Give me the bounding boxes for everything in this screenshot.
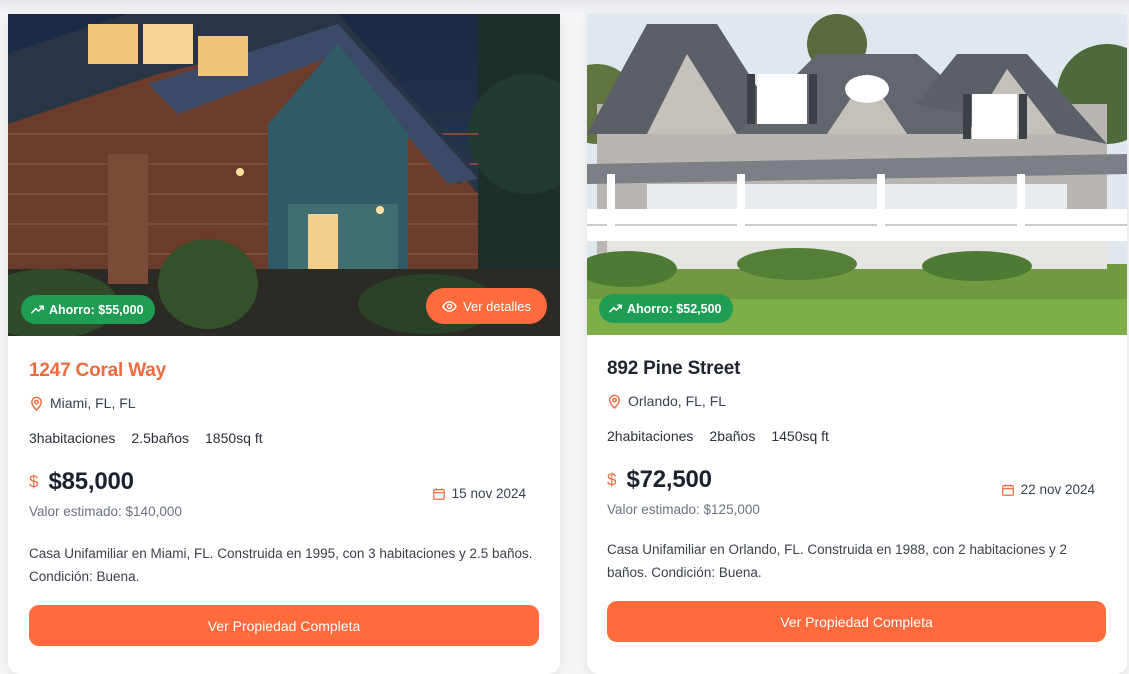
estimated-value: Valor estimado: $125,000 (607, 502, 760, 517)
property-card: Ahorro: $55,000 Ver detalles 1247 Coral … (8, 14, 560, 674)
bathrooms: 2baños (709, 428, 756, 444)
view-details-label: Ver detalles (463, 298, 531, 314)
property-description: Casa Unifamiliar en Orlando, FL. Constru… (607, 542, 1068, 580)
savings-badge-label: Ahorro: $55,000 (49, 302, 144, 317)
property-location: Orlando, FL, FL (607, 393, 1107, 409)
price: $85,000 (48, 468, 134, 495)
property-photo[interactable]: Ahorro: $55,000 Ver detalles (8, 14, 560, 336)
trending-up-icon (31, 305, 44, 314)
property-specs: 2habitaciones 2baños 1450sq ft (607, 428, 1107, 444)
card-body: 892 Pine Street Orlando, FL, FL 2habitac… (587, 358, 1127, 642)
property-location: Miami, FL, FL (29, 395, 539, 411)
eye-icon (442, 300, 457, 312)
price: $72,500 (626, 466, 712, 493)
area: 1450sq ft (771, 428, 829, 444)
estimated-value: Valor estimado: $140,000 (29, 504, 182, 519)
property-description: Casa Unifamiliar en Miami, FL. Construid… (29, 546, 533, 584)
property-address[interactable]: 1247 Coral Way (29, 360, 539, 382)
location-text: Miami, FL, FL (50, 395, 136, 411)
view-full-property-button[interactable]: Ver Propiedad Completa (607, 601, 1106, 642)
area: 1850sq ft (205, 430, 263, 446)
date-text: 15 nov 2024 (451, 486, 526, 501)
calendar-icon (1001, 483, 1014, 496)
savings-badge: Ahorro: $55,000 (21, 295, 156, 324)
bedrooms: 2habitaciones (607, 428, 694, 444)
map-pin-icon (609, 394, 620, 409)
savings-badge-label: Ahorro: $52,500 (627, 301, 722, 316)
location-text: Orlando, FL, FL (628, 393, 727, 409)
property-address[interactable]: 892 Pine Street (607, 358, 1107, 380)
dollar-icon: $ (607, 470, 617, 489)
map-pin-icon (31, 396, 42, 411)
property-photo[interactable]: Ahorro: $52,500 (587, 14, 1127, 335)
dollar-icon: $ (29, 472, 39, 491)
calendar-icon (432, 487, 445, 500)
trending-up-icon (609, 304, 622, 313)
listing-date: 15 nov 2024 (432, 486, 526, 501)
property-specs: 3habitaciones 2.5baños 1850sq ft (29, 430, 539, 446)
price-row: $ $72,500 Valor estimado: $125,000 22 no… (607, 466, 1107, 522)
top-fade (0, 0, 1129, 14)
date-text: 22 nov 2024 (1020, 482, 1095, 497)
view-details-button[interactable]: Ver detalles (426, 288, 547, 324)
bathrooms: 2.5baños (131, 430, 190, 446)
savings-badge: Ahorro: $52,500 (599, 294, 734, 323)
view-full-property-button[interactable]: Ver Propiedad Completa (29, 605, 539, 646)
price-row: $ $85,000 Valor estimado: $140,000 15 no… (29, 468, 539, 524)
card-body: 1247 Coral Way Miami, FL, FL 3habitacion… (8, 360, 560, 646)
listing-date: 22 nov 2024 (1001, 482, 1095, 497)
property-card: Ahorro: $52,500 892 Pine Street Orlando,… (587, 14, 1127, 674)
bedrooms: 3habitaciones (29, 430, 116, 446)
